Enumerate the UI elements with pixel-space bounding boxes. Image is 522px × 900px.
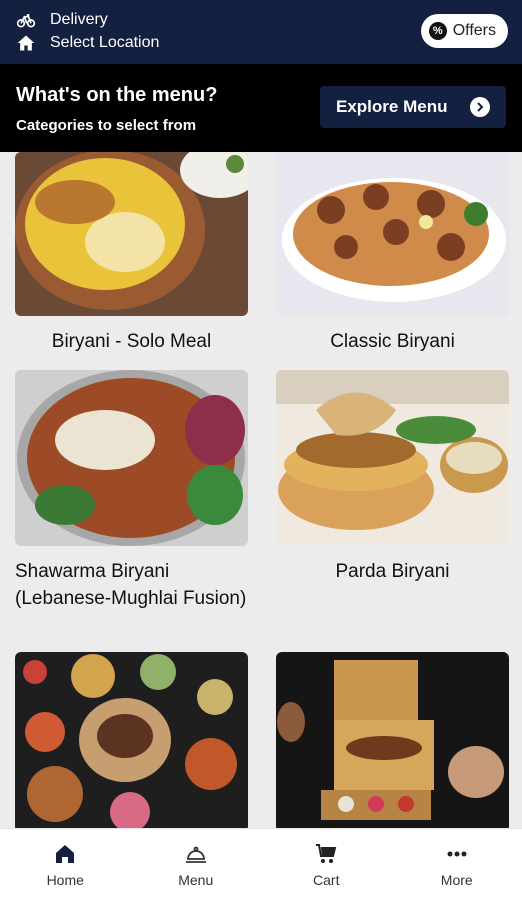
- discount-badge-icon: %: [428, 22, 447, 40]
- menu-subtitle: Categories to select from: [16, 117, 197, 134]
- location-label: Select Location: [50, 34, 160, 51]
- nav-cart[interactable]: Cart: [261, 829, 392, 900]
- app-root: Delivery Select Location % Offers What's…: [0, 0, 522, 900]
- category-label: Parda Biryani: [335, 561, 450, 582]
- location-selector[interactable]: Select Location: [16, 33, 159, 53]
- category-grid: Biryani - Solo Meal Classic Biryani Shaw…: [0, 152, 522, 828]
- chevron-right-icon: [470, 97, 490, 117]
- category-card-biryani-solo-meal[interactable]: Biryani - Solo Meal: [15, 152, 248, 355]
- explore-menu-button[interactable]: Explore Menu: [320, 86, 506, 128]
- nav-cart-label: Cart: [313, 871, 340, 888]
- nav-home[interactable]: Home: [0, 829, 131, 900]
- menu-header: What's on the menu? Categories to select…: [0, 64, 522, 152]
- category-label: Biryani - Solo Meal: [51, 331, 212, 352]
- classic-biryani-image: [276, 152, 509, 316]
- menu-title: What's on the menu?: [16, 84, 218, 106]
- nav-menu[interactable]: Menu: [131, 829, 262, 900]
- bicycle-icon: [16, 10, 36, 30]
- category-label: Shawarma Biryani (Lebanese-Mughlai Fusio…: [15, 561, 247, 609]
- category-5-image: [15, 652, 248, 828]
- category-6-image: [276, 652, 509, 828]
- home-location-icon: [16, 33, 36, 53]
- offers-button[interactable]: % Offers: [420, 14, 508, 48]
- home-icon: [53, 842, 77, 866]
- cloche-icon: [184, 842, 208, 866]
- nav-home-label: Home: [46, 871, 84, 888]
- category-card-shawarma-biryani[interactable]: Shawarma Biryani (Lebanese-Mughlai Fusio…: [15, 370, 248, 612]
- shawarma-biryani-image: [15, 370, 248, 546]
- category-label: Classic Biryani: [330, 331, 455, 352]
- delivery-mode[interactable]: Delivery: [16, 10, 108, 30]
- cart-icon: [314, 842, 338, 866]
- bottom-nav: Home Menu Cart More: [0, 828, 522, 900]
- category-card-5[interactable]: [15, 652, 248, 828]
- explore-menu-label: Explore Menu: [336, 97, 448, 116]
- category-card-6[interactable]: [276, 652, 509, 828]
- nav-more-label: More: [440, 871, 473, 888]
- parda-biryani-image: [276, 370, 509, 546]
- category-card-parda-biryani[interactable]: Parda Biryani: [276, 370, 509, 585]
- biryani-solo-meal-image: [15, 152, 248, 316]
- top-bar: Delivery Select Location % Offers: [0, 0, 522, 64]
- nav-menu-label: Menu: [178, 871, 214, 888]
- delivery-label: Delivery: [50, 11, 108, 28]
- more-dots-icon: [445, 842, 469, 866]
- offers-label: Offers: [452, 22, 496, 39]
- nav-more[interactable]: More: [392, 829, 522, 900]
- category-card-classic-biryani[interactable]: Classic Biryani: [276, 152, 509, 355]
